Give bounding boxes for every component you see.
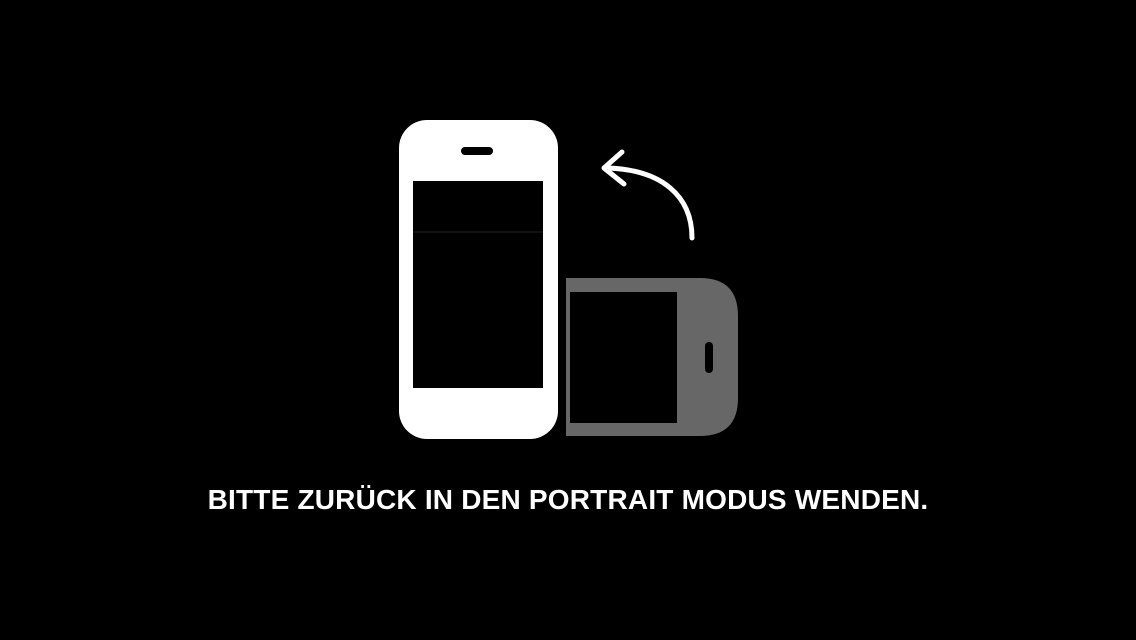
- rotate-device-message: BITTE ZURÜCK IN DEN PORTRAIT MODUS WENDE…: [207, 484, 929, 515]
- rotate-device-illustration: [0, 0, 1136, 640]
- landscape-phone-home-button: [705, 342, 713, 373]
- portrait-phone-speaker: [461, 147, 493, 155]
- landscape-phone-screen: [570, 292, 677, 423]
- portrait-phone-icon: [399, 120, 558, 439]
- rotate-device-overlay: BITTE ZURÜCK IN DEN PORTRAIT MODUS WENDE…: [0, 0, 1136, 640]
- landscape-phone-icon: [566, 278, 738, 436]
- portrait-phone-screen: [413, 181, 543, 388]
